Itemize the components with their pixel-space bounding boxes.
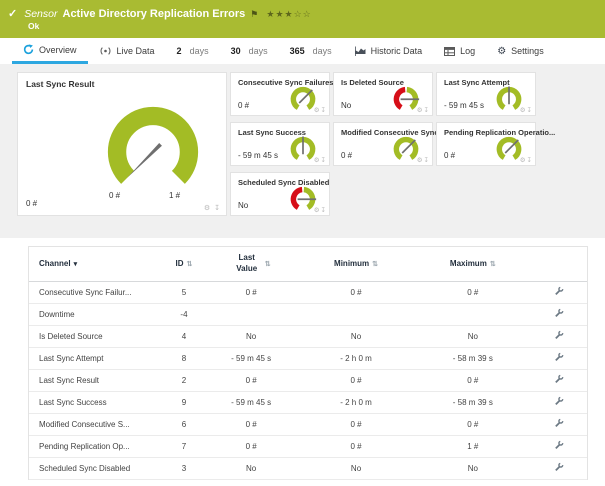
tab-label: Log xyxy=(460,46,476,56)
historic-data-icon xyxy=(354,46,366,56)
column-header-id[interactable]: ID ⇅ xyxy=(163,247,205,282)
table-row: Last Sync Attempt 8 - 59 m 45 s - 2 h 0 … xyxy=(29,347,587,370)
gauge-scale-max: 1 # xyxy=(169,191,181,200)
gear-icon[interactable]: ⚙ xyxy=(314,207,321,214)
channel-settings-icon[interactable] xyxy=(554,352,564,364)
table-row: Last Sync Result 2 0 # 0 # 0 # xyxy=(29,369,587,392)
column-header-last-value[interactable]: Last Value ⇅ xyxy=(204,247,298,282)
status-badge: Ok xyxy=(28,21,40,31)
channel-table: Channel ▾ ID ⇅ Last Value ⇅ Minimum ⇅ Maximu… xyxy=(29,247,587,480)
gear-icon[interactable]: ⚙ xyxy=(314,157,321,164)
table-row: Last Sync Success 9 - 59 m 45 s - 2 h 0 … xyxy=(29,391,587,414)
channel-settings-icon[interactable] xyxy=(554,396,564,408)
table-row: Modified Consecutive S... 6 0 # 0 # 0 # xyxy=(29,413,587,436)
gauge-panel-scheduled-sync-disabled: Scheduled Sync Disabled No ⚙↧ xyxy=(230,172,330,216)
ok-check-icon: ✓ xyxy=(8,8,18,20)
channel-settings-icon[interactable] xyxy=(554,286,564,298)
settings-gear-icon: ⚙ xyxy=(497,45,507,57)
tab-settings[interactable]: ⚙ Settings xyxy=(486,38,555,64)
overview-icon xyxy=(23,44,34,55)
channel-settings-icon[interactable] xyxy=(554,440,564,452)
sort-icon: ⇅ xyxy=(186,261,193,269)
gauges-section: Last Sync Result 0 # 1 # 0 # ⚙ ↧ Consecu… xyxy=(0,64,605,238)
sensor-kind-label: Sensor xyxy=(24,8,58,20)
gear-icon[interactable]: ⚙ xyxy=(520,157,527,164)
pin-icon[interactable]: ↧ xyxy=(321,207,327,214)
channel-settings-icon[interactable] xyxy=(554,374,564,386)
column-header-channel[interactable]: Channel ▾ xyxy=(29,247,164,282)
tab-live-data[interactable]: Live Data xyxy=(88,38,166,64)
channel-settings-icon[interactable] xyxy=(554,308,564,320)
sort-desc-icon: ▾ xyxy=(73,261,78,269)
channel-settings-icon[interactable] xyxy=(554,330,564,342)
pin-icon[interactable]: ↧ xyxy=(527,157,533,164)
table-row: Downtime -4 xyxy=(29,303,587,326)
gear-icon[interactable]: ⚙ xyxy=(417,157,424,164)
column-header-tools xyxy=(531,247,587,282)
pin-icon[interactable]: ↧ xyxy=(527,107,533,114)
column-header-minimum[interactable]: Minimum ⇅ xyxy=(297,247,415,282)
gear-icon[interactable]: ⚙ xyxy=(314,107,321,114)
channel-table-card: Channel ▾ ID ⇅ Last Value ⇅ Minimum ⇅ Maximu… xyxy=(28,246,588,480)
tab-historic-data[interactable]: Historic Data xyxy=(343,38,434,64)
gauge-panel-last-sync-attempt: Last Sync Attempt - 59 m 45 s ⚙↧ xyxy=(436,72,536,116)
table-row: Pending Replication Op... 7 0 # 0 # 1 # xyxy=(29,435,587,458)
table-row: Is Deleted Source 4 No No No xyxy=(29,325,587,348)
sensor-header: ✓ Sensor Active Directory Replication Erro… xyxy=(0,0,605,38)
pin-icon[interactable]: ↧ xyxy=(424,157,430,164)
channel-settings-icon[interactable] xyxy=(554,462,564,474)
log-icon xyxy=(444,46,456,56)
table-row: Scheduled Sync Disabled 3 No No No xyxy=(29,457,587,480)
sort-icon: ⇅ xyxy=(264,260,271,268)
pin-icon[interactable]: ↧ xyxy=(321,107,327,114)
tab-bar: Overview Live Data 2 days 30 days 365 days … xyxy=(0,38,605,64)
flag-icon[interactable]: ⚑ xyxy=(250,9,258,19)
column-header-maximum[interactable]: Maximum ⇅ xyxy=(414,247,532,282)
primary-gauge-panel: Last Sync Result 0 # 1 # 0 # ⚙ ↧ xyxy=(17,72,227,216)
tab-2-days[interactable]: 2 days xyxy=(166,38,220,64)
sort-icon: ⇅ xyxy=(372,261,379,269)
tab-label: Live Data xyxy=(116,46,155,56)
gear-icon[interactable]: ⚙ xyxy=(520,107,527,114)
gauge-value: 0 # xyxy=(26,199,38,208)
gauge-panel-is-deleted-source: Is Deleted Source No ⚙↧ xyxy=(333,72,433,116)
tab-365-days[interactable]: 365 days xyxy=(279,38,343,64)
prtg-sensor-page: ✓ Sensor Active Directory Replication Erro… xyxy=(0,0,605,486)
priority-stars[interactable]: ★★★☆☆ xyxy=(266,9,311,19)
gauge-panel-pending-replication-operations: Pending Replication Operatio... 0 # ⚙↧ xyxy=(436,122,555,166)
sort-icon: ⇅ xyxy=(489,261,496,269)
pin-icon[interactable]: ↧ xyxy=(214,205,221,212)
pin-icon[interactable]: ↧ xyxy=(321,157,327,164)
tab-overview[interactable]: Overview xyxy=(12,38,88,64)
gear-icon[interactable]: ⚙ xyxy=(417,107,424,114)
gauge-dial xyxy=(88,89,218,189)
tab-label: Settings xyxy=(511,46,544,56)
tab-label: Historic Data xyxy=(370,46,423,56)
table-row: Consecutive Sync Failur... 5 0 # 0 # 0 # xyxy=(29,281,587,304)
channel-settings-icon[interactable] xyxy=(554,418,564,430)
table-header-row: Channel ▾ ID ⇅ Last Value ⇅ Minimum ⇅ Maximu… xyxy=(29,247,587,282)
gear-icon[interactable]: ⚙ xyxy=(204,205,211,212)
gauge-panel-modified-consecutive-sync-failures: Modified Consecutive Sync F... 0 # ⚙↧ xyxy=(333,122,451,166)
gauge-title: Last Sync Result xyxy=(26,79,95,89)
tab-30-days[interactable]: 30 days xyxy=(220,38,279,64)
tab-log[interactable]: Log xyxy=(433,38,486,64)
tab-label: Overview xyxy=(39,44,77,55)
gauge-scale-min: 0 # xyxy=(109,191,121,200)
pin-icon[interactable]: ↧ xyxy=(424,107,430,114)
page-title: Active Directory Replication Errors xyxy=(62,8,246,20)
gauge-panel-last-sync-success: Last Sync Success - 59 m 45 s ⚙↧ xyxy=(230,122,330,166)
live-data-icon xyxy=(99,46,112,56)
gauge-panel-consecutive-sync-failures: Consecutive Sync Failures 0 # ⚙↧ xyxy=(230,72,333,116)
